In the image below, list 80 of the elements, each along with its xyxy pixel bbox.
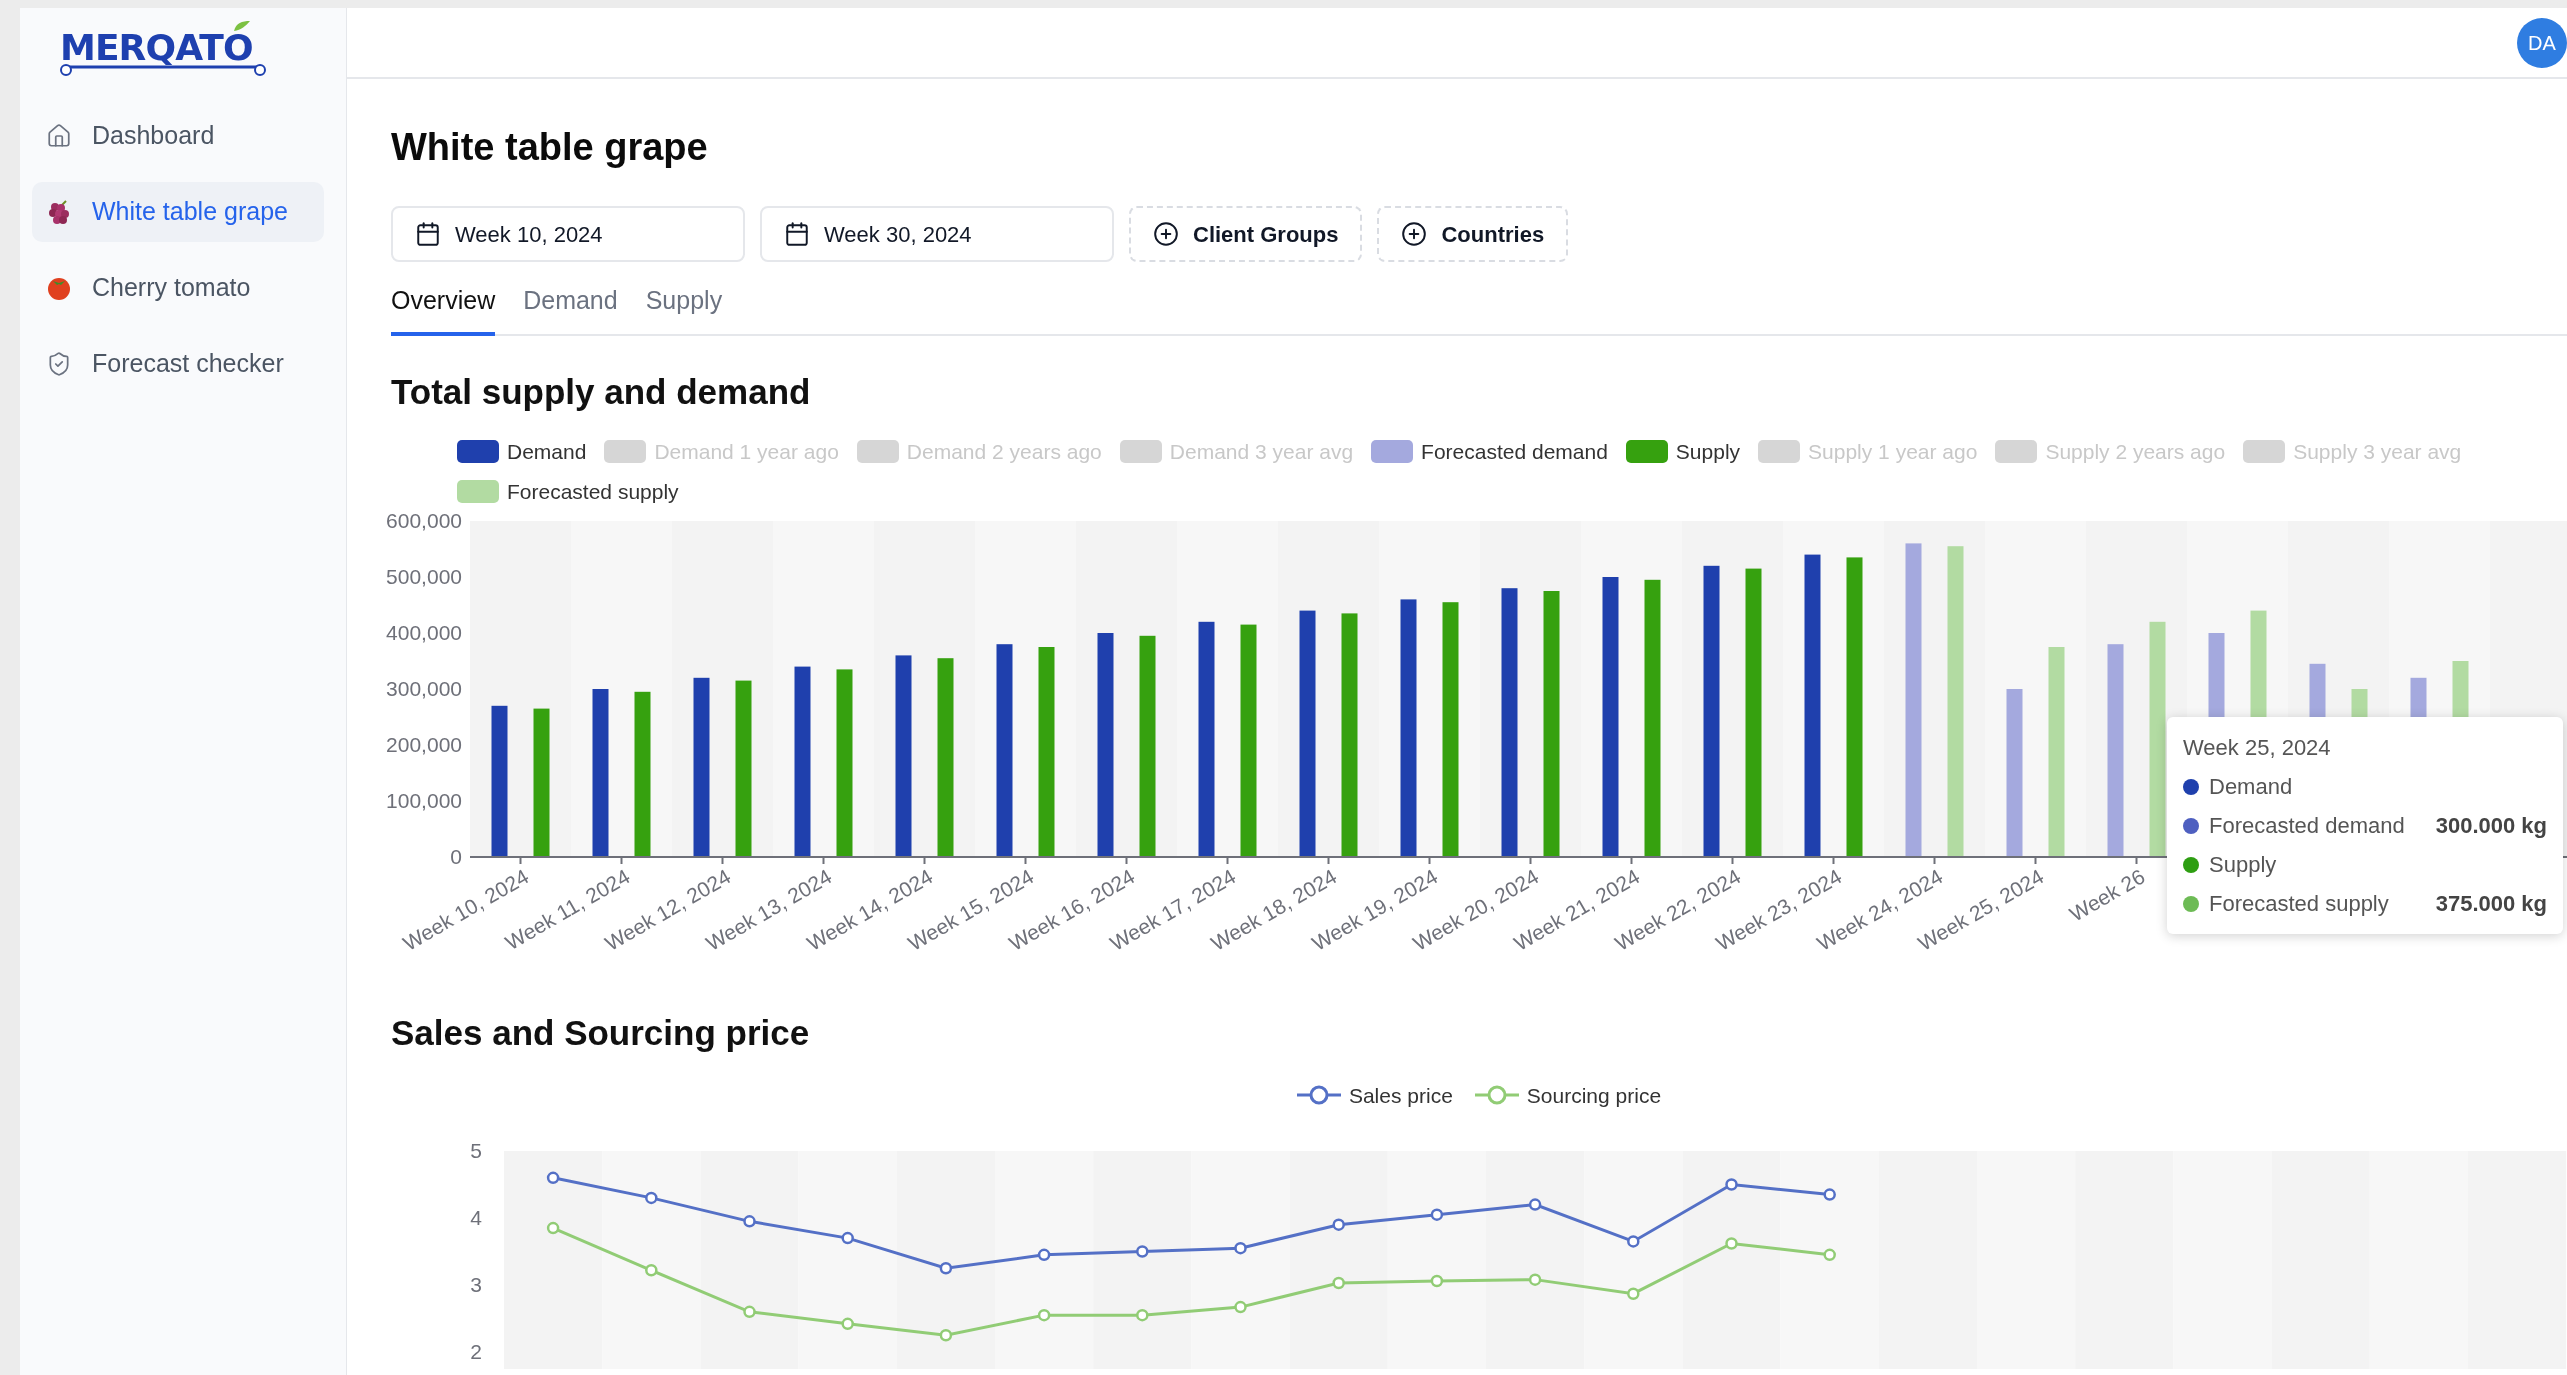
point xyxy=(1725,1178,1738,1191)
axis-tick-label: 300,000 xyxy=(386,677,462,700)
sidebar-item[interactable]: White table grape xyxy=(32,182,324,242)
point xyxy=(1528,1273,1542,1286)
point xyxy=(1234,1241,1247,1255)
point xyxy=(1823,1188,1836,1201)
legend-item[interactable]: Forecasted demand xyxy=(1371,436,1608,468)
tab[interactable]: Demand xyxy=(523,282,618,334)
legend-item[interactable]: Supply xyxy=(1625,436,1741,468)
point xyxy=(743,1215,756,1228)
plus-circle-icon xyxy=(1401,221,1428,247)
section-title: Sales and Sourcing price xyxy=(391,1012,811,1054)
axis-tick-label: 200,000 xyxy=(386,733,462,756)
legend-line-icon xyxy=(1296,1085,1341,1106)
point xyxy=(841,1317,854,1331)
point xyxy=(743,1305,756,1319)
point xyxy=(1823,1248,1836,1262)
axis-tick-label: 4 xyxy=(470,1206,482,1229)
point xyxy=(1332,1218,1345,1231)
calendar-icon xyxy=(415,221,441,247)
tomato-icon xyxy=(46,275,72,301)
logo-text: MERQATO xyxy=(60,30,254,66)
series-value: 300.000 kg xyxy=(2435,812,2547,840)
point xyxy=(939,1329,953,1342)
home-icon xyxy=(46,123,72,149)
axis-tick-label: 5 xyxy=(470,1139,482,1162)
filter-button[interactable]: Countries xyxy=(1377,206,1569,262)
point xyxy=(1430,1208,1444,1221)
filter-button[interactable]: Client Groups xyxy=(1129,206,1363,262)
plus-circle-icon xyxy=(1153,221,1179,247)
point xyxy=(1627,1235,1640,1248)
point xyxy=(1037,1308,1051,1322)
axis-tick-label: 2 xyxy=(470,1340,482,1363)
series-label: Forecasted supply xyxy=(2209,890,2390,918)
tooltip-title: Week 25, 2024 xyxy=(2183,734,2332,762)
point xyxy=(546,1221,560,1235)
date-picker[interactable]: Week 30, 2024 xyxy=(760,206,1114,262)
point xyxy=(1430,1274,1444,1288)
sidebar-item[interactable]: Forecast checker xyxy=(32,334,324,394)
tab[interactable]: Overview xyxy=(391,282,496,336)
sidebar-item[interactable]: Cherry tomato xyxy=(32,258,324,318)
point xyxy=(841,1231,854,1245)
axis-tick-label: 600,000 xyxy=(386,509,462,532)
series-label: Forecasted demand xyxy=(2209,812,2406,840)
legend-label: Sourcing price xyxy=(1526,1082,1662,1109)
point xyxy=(1528,1198,1542,1211)
page-title: White table grape xyxy=(391,125,709,170)
axis-tick-label: Week 26 xyxy=(2065,864,2149,926)
leaf-icon xyxy=(232,20,252,32)
point xyxy=(645,1191,658,1205)
point xyxy=(939,1262,953,1275)
axis-tick-label: 100,000 xyxy=(386,789,462,812)
user-avatar[interactable]: DA xyxy=(2517,17,2567,68)
series-label: Supply xyxy=(2209,851,2278,879)
point xyxy=(645,1264,658,1277)
point xyxy=(1234,1300,1247,1314)
grapes-icon xyxy=(46,199,72,225)
legend-line-icon xyxy=(1474,1085,1519,1106)
point xyxy=(546,1171,560,1185)
series-value: 375.000 kg xyxy=(2435,890,2547,918)
series-label: Demand xyxy=(2209,773,2294,801)
axis-tick-label: 500,000 xyxy=(386,565,462,588)
point xyxy=(1725,1237,1738,1250)
axis-tick-label: 0 xyxy=(450,845,462,868)
sidebar-item[interactable]: Dashboard xyxy=(32,106,324,166)
point xyxy=(1136,1308,1149,1322)
calendar-icon xyxy=(784,221,810,247)
point xyxy=(1136,1245,1149,1258)
tab[interactable]: Supply xyxy=(645,282,723,334)
point xyxy=(1037,1248,1051,1262)
axis-tick-label: 400,000 xyxy=(386,621,462,644)
section-title: Total supply and demand xyxy=(391,370,812,413)
legend-item[interactable]: Forecasted supply xyxy=(457,475,679,507)
date-picker[interactable]: Week 10, 2024 xyxy=(391,206,745,262)
legend-label: Sales price xyxy=(1348,1082,1453,1109)
point xyxy=(1627,1287,1640,1300)
axis-tick-label: 3 xyxy=(470,1273,482,1296)
point xyxy=(1332,1276,1345,1290)
legend-item[interactable]: Demand xyxy=(457,436,587,468)
shield-check-icon xyxy=(46,351,72,377)
